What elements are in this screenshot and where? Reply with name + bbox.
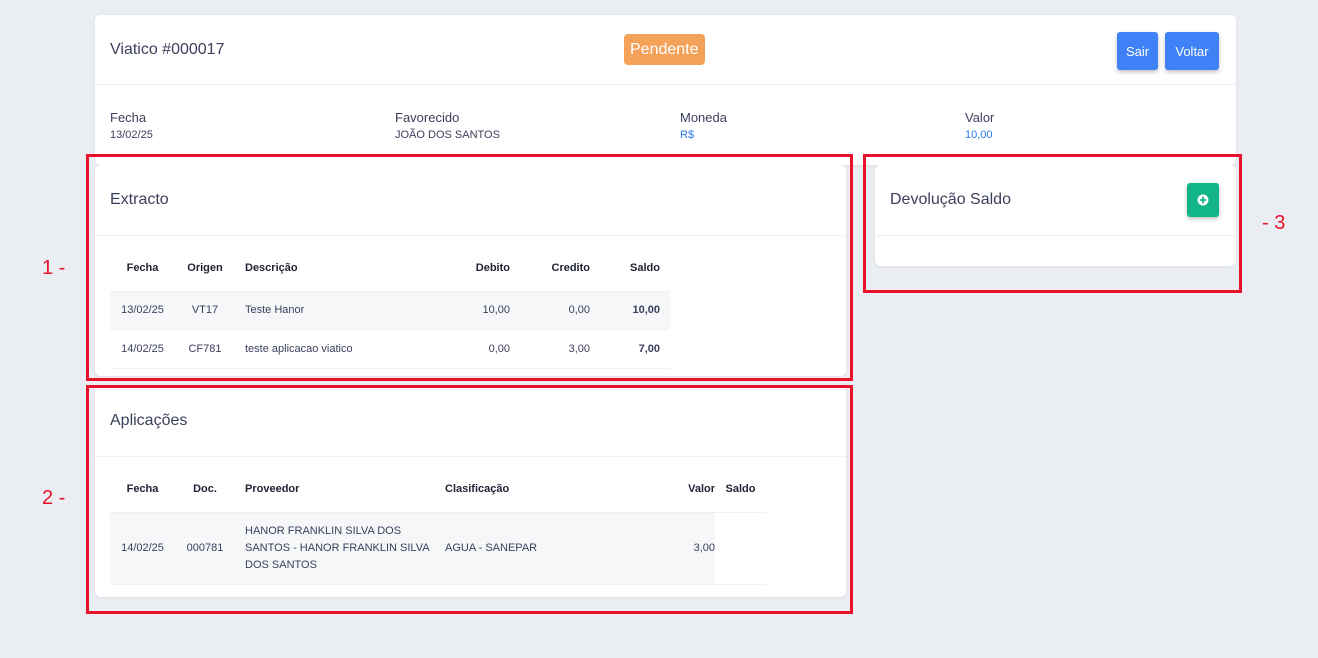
- annotation-label-2: 2 -: [42, 487, 66, 509]
- annotation-label-3: - 3: [1262, 212, 1286, 234]
- highlight-box-extract: [86, 154, 853, 381]
- info-label: Moneda: [680, 110, 727, 125]
- info-value-link[interactable]: R$: [680, 129, 727, 141]
- info-value: 13/02/25: [110, 129, 153, 141]
- highlight-box-applications: [86, 385, 853, 614]
- page-title: Viatico #000017: [110, 41, 225, 58]
- highlight-box-devolution: [863, 154, 1242, 293]
- info-favorecido: Favorecido JOÃO DOS SANTOS: [395, 110, 500, 141]
- exit-button[interactable]: Sair: [1117, 32, 1158, 70]
- back-button[interactable]: Voltar: [1165, 32, 1219, 70]
- info-label: Fecha: [110, 110, 147, 125]
- info-fecha: Fecha 13/02/25: [110, 110, 153, 141]
- status-badge: Pendente: [624, 34, 705, 65]
- info-label: Valor: [965, 110, 995, 125]
- info-label: Favorecido: [395, 110, 460, 125]
- info-value-link[interactable]: 10,00: [965, 129, 994, 141]
- annotation-label-1: 1 -: [42, 257, 66, 279]
- viatico-header: Viatico #000017 Pendente Sair Voltar: [95, 15, 1236, 85]
- info-moneda: Moneda R$: [680, 110, 727, 141]
- viatico-card: Viatico #000017 Pendente Sair Voltar Fec…: [95, 15, 1236, 165]
- info-row: Fecha 13/02/25 Favorecido JOÃO DOS SANTO…: [110, 110, 1230, 150]
- info-valor: Valor 10,00: [965, 110, 994, 141]
- info-value: JOÃO DOS SANTOS: [395, 129, 500, 141]
